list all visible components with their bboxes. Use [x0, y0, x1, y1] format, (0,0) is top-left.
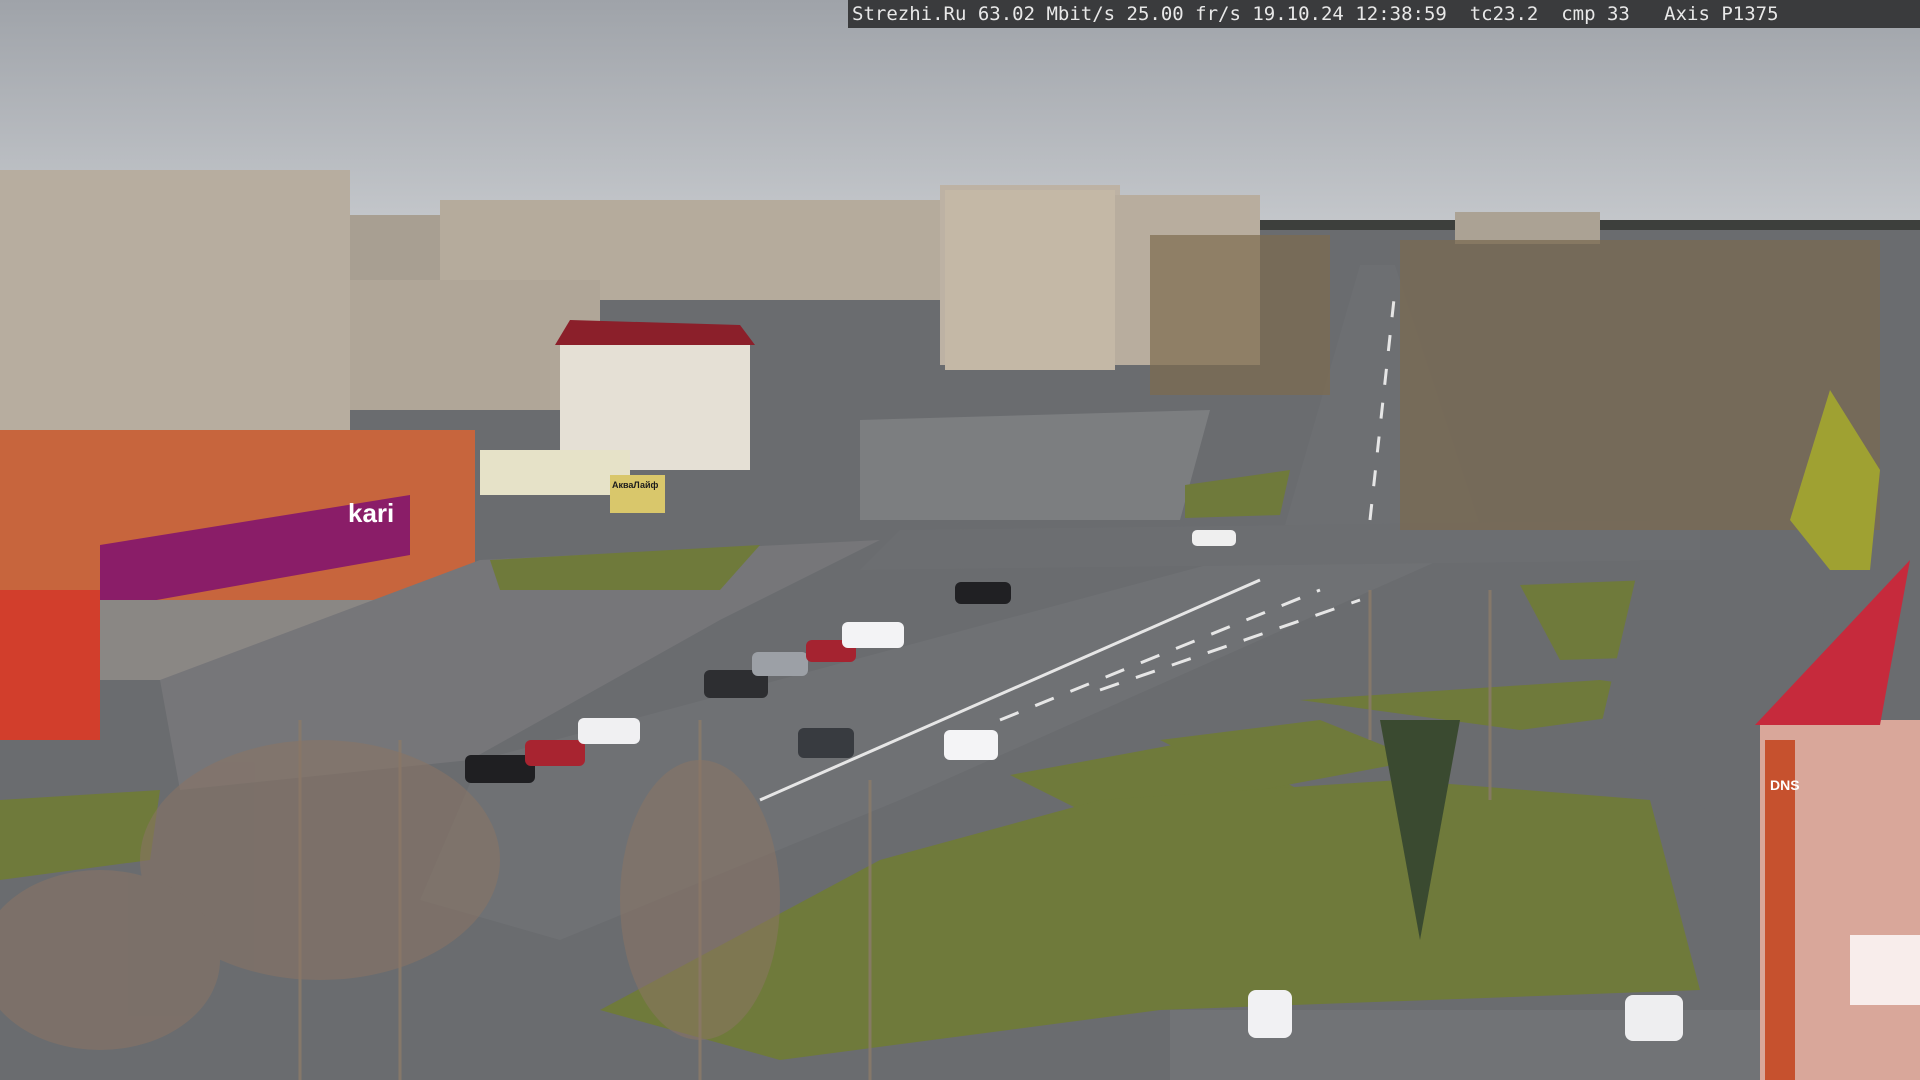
- tower-sign-text: DNS: [1770, 777, 1800, 793]
- kiosk-sign-text: АкваЛайф: [612, 480, 659, 490]
- central-tower: [945, 190, 1115, 370]
- central-plaza: [860, 410, 1210, 520]
- webcam-scene: kari DNS АкваЛайф: [0, 0, 1920, 1080]
- camera-osd-overlay: Strezhi.Ru 63.02 Mbit/s 25.00 fr/s 19.10…: [848, 0, 1920, 28]
- store-logo-text: kari: [348, 498, 394, 528]
